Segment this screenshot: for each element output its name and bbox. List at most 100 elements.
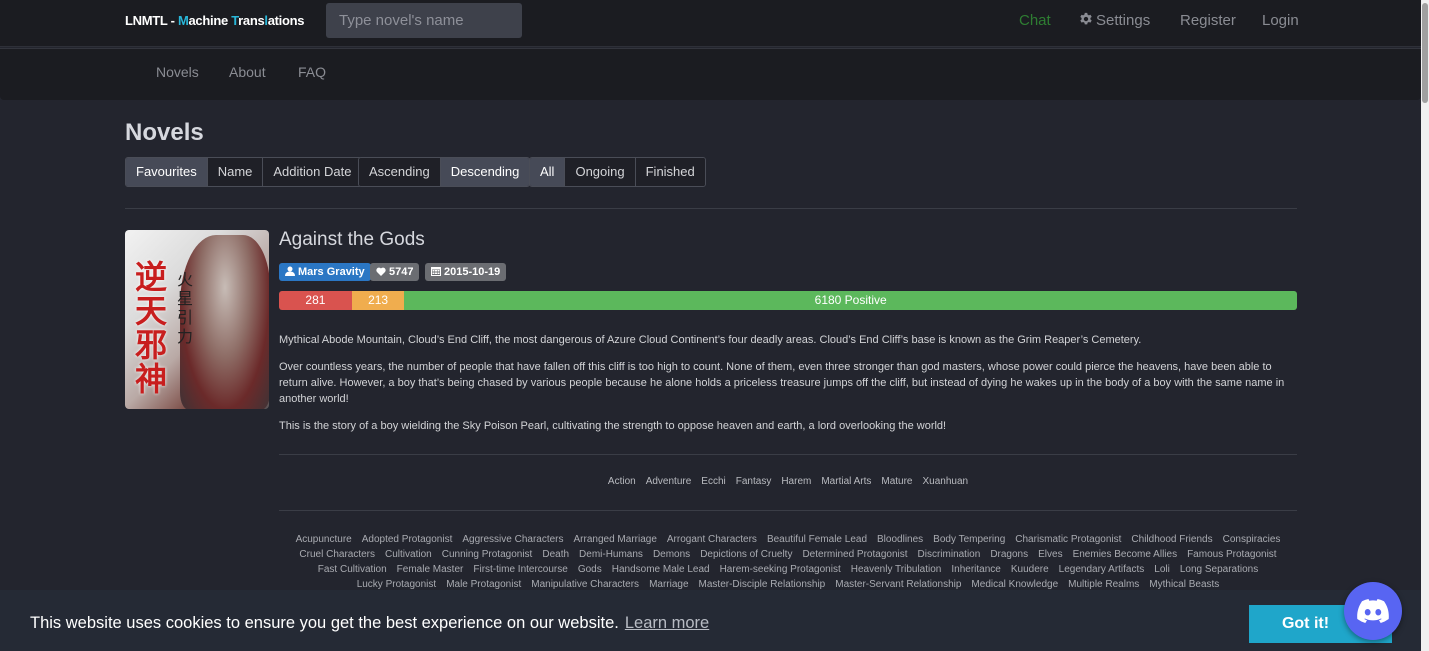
tag-link[interactable]: Fast Cultivation (318, 562, 387, 577)
cover-author-text: 火星引力 (177, 270, 194, 346)
order-descending-button[interactable]: Descending (439, 158, 530, 186)
discord-icon (1357, 599, 1389, 623)
tag-link[interactable]: Cunning Protagonist (442, 547, 533, 562)
tag-link[interactable]: Charismatic Protagonist (1015, 532, 1121, 547)
tag-link[interactable]: Cultivation (385, 547, 432, 562)
tag-link[interactable]: Dragons (990, 547, 1028, 562)
scrollbar-thumb[interactable] (1422, 3, 1428, 103)
tag-link[interactable]: Demi-Humans (579, 547, 643, 562)
tag-link[interactable]: Death (542, 547, 569, 562)
cookie-consent-bar: This website uses cookies to ensure you … (0, 590, 1421, 651)
tag-link[interactable]: Long Separations (1180, 562, 1258, 577)
subnav-faq[interactable]: FAQ (298, 64, 326, 80)
sort-addition-date-button[interactable]: Addition Date (262, 158, 362, 186)
date-badge: 2015-10-19 (425, 263, 507, 281)
genre-link[interactable]: Harem (781, 476, 811, 487)
heart-icon (376, 267, 386, 276)
brand-logo[interactable]: LNMTL - Machine Translations (125, 13, 305, 28)
gear-icon (1080, 12, 1092, 25)
nav-chat-link[interactable]: Chat (1019, 12, 1051, 29)
nav-register-link[interactable]: Register (1180, 12, 1236, 29)
cover-title-text: 逆天邪神 (135, 258, 168, 398)
favourites-count: 5747 (389, 266, 414, 278)
tag-list: Acupuncture Adopted Protagonist Aggressive… (279, 532, 1297, 592)
tag-link[interactable]: Aggressive Characters (462, 532, 563, 547)
tag-link[interactable]: Arrogant Characters (667, 532, 757, 547)
novel-search-input[interactable] (326, 3, 522, 38)
tag-link[interactable]: Discrimination (918, 547, 981, 562)
sort-name-button[interactable]: Name (206, 158, 263, 186)
genre-link[interactable]: Mature (881, 476, 912, 487)
genre-link[interactable]: Action (608, 476, 636, 487)
subnav-about[interactable]: About (229, 64, 266, 80)
top-navbar: LNMTL - Machine Translations Chat Settin… (0, 0, 1421, 47)
novel-cover-image[interactable]: 逆天邪神 火星引力 (125, 230, 269, 409)
tag-link[interactable]: Female Master (397, 562, 464, 577)
calendar-icon (431, 267, 441, 276)
tag-link[interactable]: Enemies Become Allies (1073, 547, 1178, 562)
tag-link[interactable]: Heavenly Tribulation (851, 562, 942, 577)
rating-neutral-segment: 213 (351, 291, 405, 310)
divider (125, 208, 1297, 209)
tag-link[interactable]: Famous Protagonist (1187, 547, 1277, 562)
brand-prefix: LNMTL - (125, 13, 178, 28)
tag-link[interactable]: Body Tempering (933, 532, 1005, 547)
tag-link[interactable]: Determined Protagonist (802, 547, 907, 562)
nav-login-link[interactable]: Login (1262, 12, 1299, 29)
tag-link[interactable]: Conspiracies (1223, 532, 1281, 547)
tag-link[interactable]: Gods (578, 562, 602, 577)
learn-more-link[interactable]: Learn more (625, 614, 709, 632)
genre-link[interactable]: Ecchi (701, 476, 725, 487)
status-ongoing-button[interactable]: Ongoing (564, 158, 635, 186)
status-finished-button[interactable]: Finished (634, 158, 705, 186)
tag-link[interactable]: Demons (653, 547, 690, 562)
genre-link[interactable]: Fantasy (736, 476, 772, 487)
tag-link[interactable]: Acupuncture (296, 532, 352, 547)
genre-link[interactable]: Adventure (646, 476, 692, 487)
tag-link[interactable]: Childhood Friends (1131, 532, 1212, 547)
tag-link[interactable]: First-time Intercourse (473, 562, 567, 577)
brand-highlight: M (177, 13, 189, 28)
tag-link[interactable]: Cruel Characters (299, 547, 375, 562)
divider (279, 454, 1297, 455)
cookie-message: This website uses cookies to ensure you … (30, 614, 709, 633)
subnav-novels[interactable]: Novels (156, 64, 199, 80)
sort-favourites-button[interactable]: Favourites (126, 158, 207, 186)
tag-link[interactable]: Arranged Marriage (574, 532, 657, 547)
settings-label: Settings (1096, 12, 1151, 29)
tag-link[interactable]: Handsome Male Lead (612, 562, 710, 577)
user-icon (285, 266, 295, 276)
tag-link[interactable]: Beautiful Female Lead (767, 532, 867, 547)
tag-link[interactable]: Loli (1154, 562, 1170, 577)
discord-widget-button[interactable] (1344, 582, 1402, 640)
genre-link[interactable]: Martial Arts (821, 476, 871, 487)
tag-link[interactable]: Kuudere (1011, 562, 1049, 577)
brand-text: achine (188, 13, 232, 28)
description-paragraph: This is the story of a boy wielding the … (279, 420, 947, 432)
favourites-badge: 5747 (370, 263, 420, 281)
tag-link[interactable]: Legendary Artifacts (1059, 562, 1145, 577)
description-paragraph: Over countless years, the number of peop… (279, 361, 1285, 405)
brand-text: rans (238, 13, 265, 28)
status-all-button[interactable]: All (530, 158, 565, 186)
novel-title-link[interactable]: Against the Gods (279, 229, 425, 251)
novel-description: Mythical Abode Mountain, Cloud’s End Cli… (279, 332, 1299, 445)
rating-negative-segment: 281 (279, 291, 352, 310)
tag-link[interactable]: Adopted Protagonist (362, 532, 453, 547)
order-button-group: Ascending Descending (358, 157, 531, 187)
tag-link[interactable]: Elves (1038, 547, 1062, 562)
rating-positive-segment: 6180 Positive (404, 291, 1297, 310)
tag-link[interactable]: Depictions of Cruelty (700, 547, 792, 562)
genre-list: Action Adventure Ecchi Fantasy Harem Martial … (279, 476, 1297, 487)
author-badge[interactable]: Mars Gravity (279, 263, 371, 281)
tag-link[interactable]: Inheritance (951, 562, 1000, 577)
tag-link[interactable]: Harem-seeking Protagonist (720, 562, 841, 577)
order-ascending-button[interactable]: Ascending (359, 158, 440, 186)
page-scrollbar[interactable] (1421, 0, 1429, 651)
nav-settings-link[interactable]: Settings (1079, 12, 1150, 29)
tag-link[interactable]: Bloodlines (877, 532, 923, 547)
author-name: Mars Gravity (298, 266, 365, 278)
genre-link[interactable]: Xuanhuan (922, 476, 968, 487)
sub-navbar: Novels About FAQ (0, 48, 1421, 100)
brand-text: ations (267, 13, 305, 28)
